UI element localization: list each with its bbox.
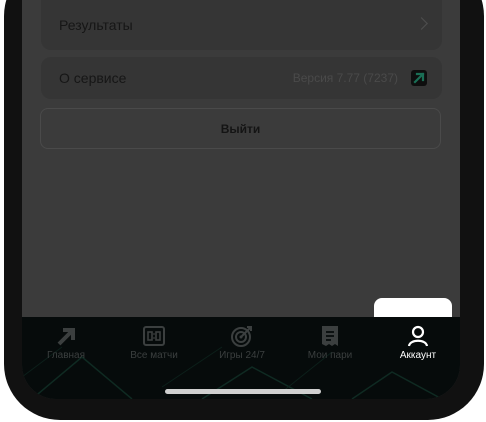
- tab-games-label: Игры 24/7: [219, 350, 265, 361]
- tab-my-bets-label: Мои пари: [307, 350, 353, 361]
- tab-my-bets[interactable]: Мои пари: [286, 317, 374, 377]
- tab-games-24-7[interactable]: Игры 24/7: [198, 317, 286, 377]
- logout-label: Выйти: [220, 121, 261, 136]
- logout-button[interactable]: Выйти: [40, 108, 441, 149]
- about-service-row[interactable]: О сервисе Версия 7.77 (7237): [41, 57, 442, 99]
- app-version: Версия 7.77 (7237): [292, 71, 398, 85]
- about-service-label: О сервисе: [59, 70, 127, 86]
- results-row[interactable]: Результаты: [41, 0, 442, 50]
- tab-all-matches[interactable]: Все матчи: [110, 317, 198, 377]
- tab-home-label: Главная: [46, 350, 86, 361]
- external-link-icon: [411, 70, 427, 86]
- tab-home[interactable]: Главная: [22, 317, 110, 377]
- user-icon: [406, 324, 430, 348]
- active-tab-highlight: [374, 298, 452, 319]
- tab-account[interactable]: Аккаунт: [374, 317, 460, 377]
- target-icon: [230, 324, 254, 348]
- logo-arrow-icon: [54, 324, 78, 348]
- screen: Результаты О сервисе Версия 7.77 (7237) …: [22, 0, 460, 399]
- results-label: Результаты: [59, 17, 133, 33]
- scoreboard-icon: [142, 324, 166, 348]
- chevron-right-icon: [415, 17, 428, 30]
- tab-account-label: Аккаунт: [399, 350, 437, 361]
- bottom-tab-bar: Главная Все матчи Игры 24/7 Мои пари Акк…: [22, 317, 460, 399]
- tab-all-matches-label: Все матчи: [130, 350, 178, 361]
- receipt-icon: [318, 324, 342, 348]
- home-indicator: [165, 389, 321, 394]
